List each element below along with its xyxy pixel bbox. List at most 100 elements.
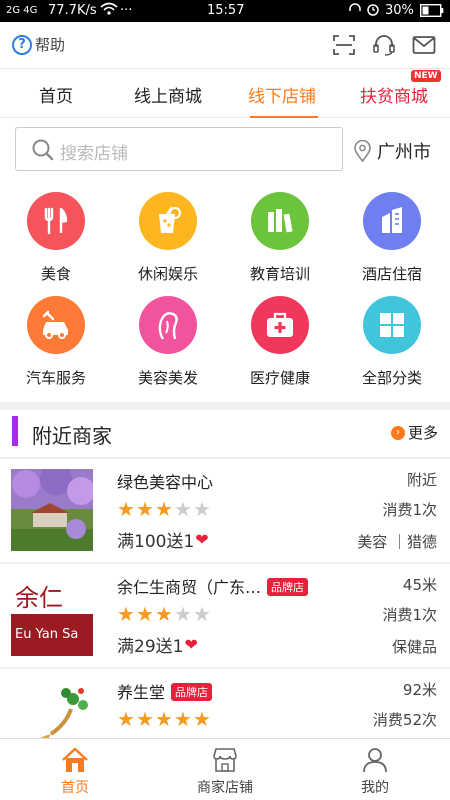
network-speed: 77.7K/s — [48, 3, 97, 18]
star-icon: ★ — [155, 497, 173, 521]
merchant-card[interactable]: 绿色美容中心 附近 ★ ★ ★ ★ ★ 消费1次 满100送1 ❤ 美容 ｜猎德 — [0, 459, 450, 563]
category-label: 酒店住宿 — [361, 265, 422, 283]
city-label: 广州市 — [377, 142, 431, 163]
search-icon — [31, 138, 55, 166]
city-selector[interactable]: 广州市 — [354, 138, 431, 164]
star-icon: ★ — [155, 602, 173, 626]
category-food[interactable]: 美食 — [0, 192, 112, 284]
category-label: 美食 — [40, 265, 71, 283]
search-placeholder: 搜索店铺 — [60, 144, 128, 164]
battery-icon — [419, 3, 444, 21]
category-education[interactable]: 教育培训 — [224, 192, 336, 284]
heart-icon: ❤ — [195, 530, 209, 549]
status-bar: 2G 4G 77.7K/s ··· 15:57 30% — [0, 0, 450, 22]
merchant-name-row: 余仁生商贸（广东… 品牌店 — [117, 574, 309, 598]
merchant-name-row: 养生堂 品牌店 — [117, 679, 213, 703]
star-icon: ★ — [117, 602, 135, 626]
nav-label: 首页 — [61, 780, 89, 796]
star-icon: ★ — [136, 602, 154, 626]
top-bar: ? 帮助 — [0, 22, 450, 68]
merchant-distance: 92米 — [402, 681, 437, 699]
headset-status-icon — [348, 2, 362, 20]
scan-icon[interactable] — [332, 34, 356, 56]
merchant-name: 绿色美容中心 — [117, 473, 214, 492]
promotion-text: 满29送1 — [117, 637, 184, 657]
star-icon: ★ — [193, 602, 211, 626]
home-icon — [25, 745, 125, 773]
signal-indicator: 2G 4G — [6, 5, 38, 16]
nav-home[interactable]: 首页 — [25, 745, 125, 797]
drink-icon — [139, 192, 197, 250]
star-icon: ★ — [174, 707, 192, 731]
search-input[interactable]: 搜索店铺 — [15, 127, 343, 171]
category-label: 美容美发 — [137, 369, 198, 387]
tab-offline-stores[interactable]: 线下店铺 — [248, 82, 316, 107]
category-label: 医疗健康 — [249, 369, 310, 387]
logo-cn-text: 余仁 — [15, 584, 63, 612]
rating-stars: ★ ★ ★ ★ ★ — [117, 604, 212, 624]
merchant-thumbnail — [11, 469, 93, 551]
more-label: 更多 — [407, 424, 438, 442]
grid-icon — [363, 296, 421, 354]
chevron-right-icon: › — [390, 425, 405, 440]
star-icon: ★ — [174, 497, 192, 521]
category-all[interactable]: 全部分类 — [336, 296, 448, 388]
utensils-icon — [27, 192, 85, 250]
merchant-name: 养生堂 — [117, 683, 166, 702]
battery-percent: 30% — [385, 3, 414, 18]
category-hotel[interactable]: 酒店住宿 — [336, 192, 448, 284]
help-label: 帮助 — [35, 36, 66, 54]
star-icon: ★ — [136, 497, 154, 521]
medical-kit-icon — [251, 296, 309, 354]
promotion: 满29送1 ❤ — [117, 632, 198, 657]
more-link[interactable]: › 更多 — [390, 422, 438, 443]
star-icon: ★ — [193, 497, 211, 521]
star-icon: ★ — [193, 707, 211, 731]
tab-online-mall[interactable]: 线上商城 — [134, 82, 202, 107]
star-icon: ★ — [174, 602, 192, 626]
tab-poverty-alleviation-mall[interactable]: 扶贫商城 — [360, 82, 428, 107]
category-label: 休闲娱乐 — [137, 265, 198, 283]
brand-store-badge: 品牌店 — [267, 578, 309, 596]
star-icon: ★ — [155, 707, 173, 731]
nearby-merchants-header: 附近商家 › 更多 — [0, 410, 450, 458]
category-leisure[interactable]: 休闲娱乐 — [112, 192, 224, 284]
clock: 15:57 — [207, 3, 245, 18]
store-icon — [175, 745, 275, 773]
mail-icon[interactable] — [412, 34, 436, 56]
merchant-distance: 45米 — [402, 576, 437, 594]
star-icon: ★ — [117, 497, 135, 521]
help-button[interactable]: ? 帮助 — [12, 34, 65, 55]
user-icon — [325, 745, 425, 773]
star-icon: ★ — [117, 707, 135, 731]
promotion-text: 满100送1 — [117, 532, 195, 552]
section-accent-bar — [12, 416, 18, 446]
tab-home[interactable]: 首页 — [39, 82, 73, 107]
help-icon: ? — [12, 34, 32, 55]
nav-profile[interactable]: 我的 — [325, 745, 425, 797]
category-beauty[interactable]: 美容美发 — [112, 296, 224, 388]
brand-store-badge: 品牌店 — [171, 683, 213, 701]
star-icon: ★ — [136, 707, 154, 731]
heart-icon: ❤ — [184, 635, 198, 654]
wifi-icon — [100, 2, 118, 20]
merchant-thumbnail: 余仁 Eu Yan Sa — [11, 574, 93, 656]
merchant-distance: 附近 — [406, 471, 437, 489]
more-dots-icon: ··· — [120, 3, 133, 18]
rating-stars: ★ ★ ★ ★ ★ — [117, 709, 212, 729]
search-row: 搜索店铺 广州市 — [0, 118, 450, 180]
promotion: 满100送1 ❤ — [117, 527, 209, 552]
nav-merchant-stores[interactable]: 商家店铺 — [175, 745, 275, 797]
category-label: 汽车服务 — [25, 369, 86, 387]
logo-en-text: Eu Yan Sa — [15, 627, 78, 642]
section-title: 附近商家 — [32, 424, 112, 448]
customer-service-icon[interactable] — [372, 34, 396, 56]
category-car-service[interactable]: 汽车服务 — [0, 296, 112, 388]
category-tabs: 首页 线上商城 线下店铺 扶贫商城 NEW — [0, 68, 450, 119]
alarm-icon — [366, 2, 380, 20]
hair-icon — [139, 296, 197, 354]
category-medical[interactable]: 医疗健康 — [224, 296, 336, 388]
merchant-card[interactable]: 余仁 Eu Yan Sa 余仁生商贸（广东… 品牌店 45米 ★ ★ ★ ★ ★ 消费1次… — [0, 564, 450, 668]
building-icon — [363, 192, 421, 250]
books-icon — [251, 192, 309, 250]
